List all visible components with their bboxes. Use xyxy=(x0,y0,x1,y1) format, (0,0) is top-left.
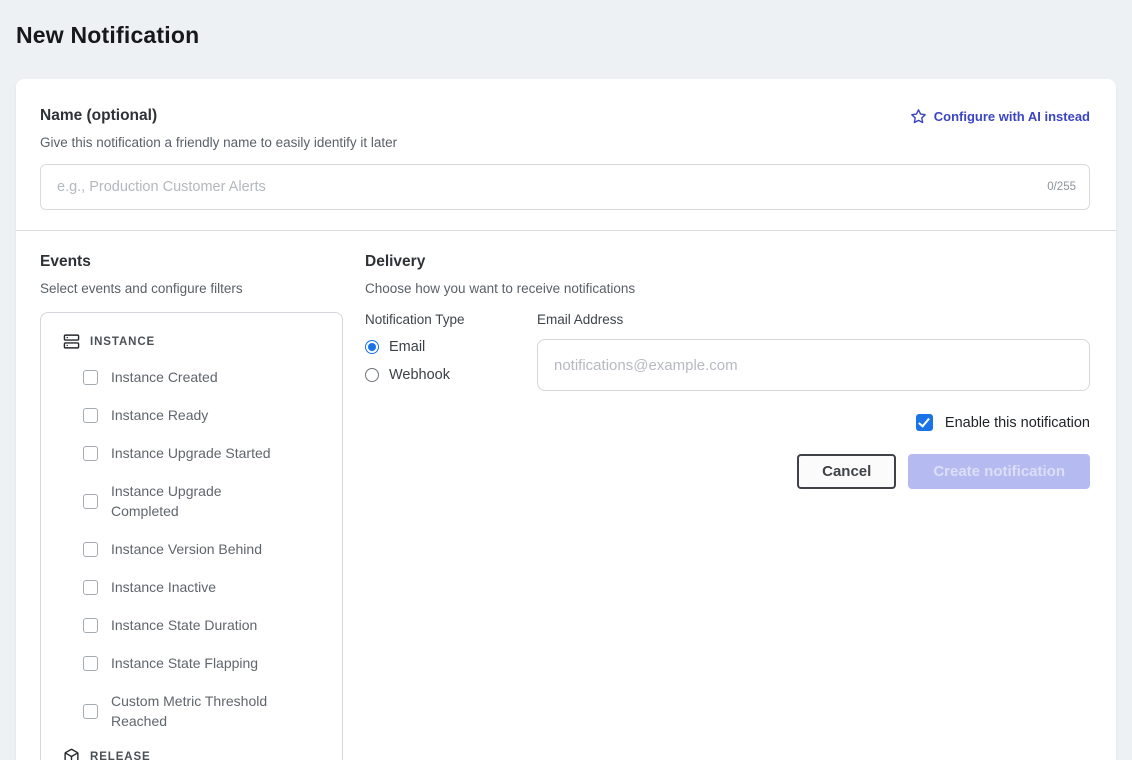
event-item[interactable]: Instance State Duration xyxy=(53,606,330,644)
delivery-heading: Delivery xyxy=(365,253,1090,271)
radio-option-email[interactable]: Email xyxy=(365,339,537,355)
radio-email[interactable] xyxy=(365,340,379,354)
event-group-label: INSTANCE xyxy=(90,336,155,348)
configure-with-ai-label: Configure with AI instead xyxy=(934,109,1090,124)
event-item[interactable]: Custom Metric Threshold Reached xyxy=(53,682,330,740)
event-item[interactable]: Instance Inactive xyxy=(53,568,330,606)
event-item-label: Instance Created xyxy=(111,367,218,387)
event-item-label: Instance Ready xyxy=(111,405,208,425)
event-item-label: Instance State Flapping xyxy=(111,653,258,673)
configure-with-ai-link[interactable]: Configure with AI instead xyxy=(910,108,1090,125)
event-checkbox[interactable] xyxy=(83,494,98,509)
star-icon xyxy=(910,108,927,125)
cancel-button[interactable]: Cancel xyxy=(797,454,896,489)
create-notification-button[interactable]: Create notification xyxy=(908,454,1090,489)
enable-notification-row[interactable]: Enable this notification xyxy=(365,414,1090,431)
name-section-hint: Give this notification a friendly name t… xyxy=(40,135,1090,150)
package-icon xyxy=(63,748,80,760)
event-item-label: Instance Upgrade Started xyxy=(111,443,271,463)
delivery-hint: Choose how you want to receive notificat… xyxy=(365,281,1090,296)
event-checkbox[interactable] xyxy=(83,656,98,671)
name-section: Name (optional) Configure with AI instea… xyxy=(16,79,1116,230)
radio-webhook-label: Webhook xyxy=(389,367,450,383)
enable-notification-label: Enable this notification xyxy=(945,415,1090,431)
event-item[interactable]: Instance Version Behind xyxy=(53,530,330,568)
notification-type-label: Notification Type xyxy=(365,312,537,327)
email-address-label: Email Address xyxy=(537,312,1090,327)
events-section: Events Select events and configure filte… xyxy=(40,253,343,760)
event-checkbox[interactable] xyxy=(83,446,98,461)
char-counter: 0/255 xyxy=(1047,181,1076,193)
email-address-input[interactable] xyxy=(537,339,1090,391)
page-title: New Notification xyxy=(16,22,1132,49)
event-item-label: Custom Metric Threshold Reached xyxy=(111,691,280,731)
events-heading: Events xyxy=(40,253,343,271)
event-checkbox[interactable] xyxy=(83,618,98,633)
event-checkbox[interactable] xyxy=(83,580,98,595)
event-item-label: Instance Upgrade Completed xyxy=(111,481,280,521)
event-item[interactable]: Instance Upgrade Completed xyxy=(53,472,330,530)
event-item[interactable]: Instance Created xyxy=(53,358,330,396)
radio-option-webhook[interactable]: Webhook xyxy=(365,367,537,383)
enable-notification-checkbox[interactable] xyxy=(916,414,933,431)
event-group-header: INSTANCE xyxy=(53,325,330,358)
delivery-section: Delivery Choose how you want to receive … xyxy=(365,253,1090,760)
event-item[interactable]: Instance Upgrade Started xyxy=(53,434,330,472)
name-section-heading: Name (optional) xyxy=(40,107,157,125)
new-notification-card: Name (optional) Configure with AI instea… xyxy=(16,79,1116,760)
event-item-label: Instance Inactive xyxy=(111,577,216,597)
event-checkbox[interactable] xyxy=(83,408,98,423)
event-checkbox[interactable] xyxy=(83,370,98,385)
radio-webhook[interactable] xyxy=(365,368,379,382)
event-item[interactable]: Instance Ready xyxy=(53,396,330,434)
event-item[interactable]: Instance State Flapping xyxy=(53,644,330,682)
radio-email-label: Email xyxy=(389,339,425,355)
event-group-header: RELEASE xyxy=(53,740,330,760)
event-groups: INSTANCE Instance Created Instance Ready In… xyxy=(40,312,343,760)
events-hint: Select events and configure filters xyxy=(40,281,343,296)
event-checkbox[interactable] xyxy=(83,704,98,719)
server-icon xyxy=(63,333,80,350)
event-item-label: Instance State Duration xyxy=(111,615,257,635)
event-group-label: RELEASE xyxy=(90,751,151,760)
event-item-label: Instance Version Behind xyxy=(111,539,262,559)
event-checkbox[interactable] xyxy=(83,542,98,557)
notification-name-input[interactable] xyxy=(40,164,1090,210)
